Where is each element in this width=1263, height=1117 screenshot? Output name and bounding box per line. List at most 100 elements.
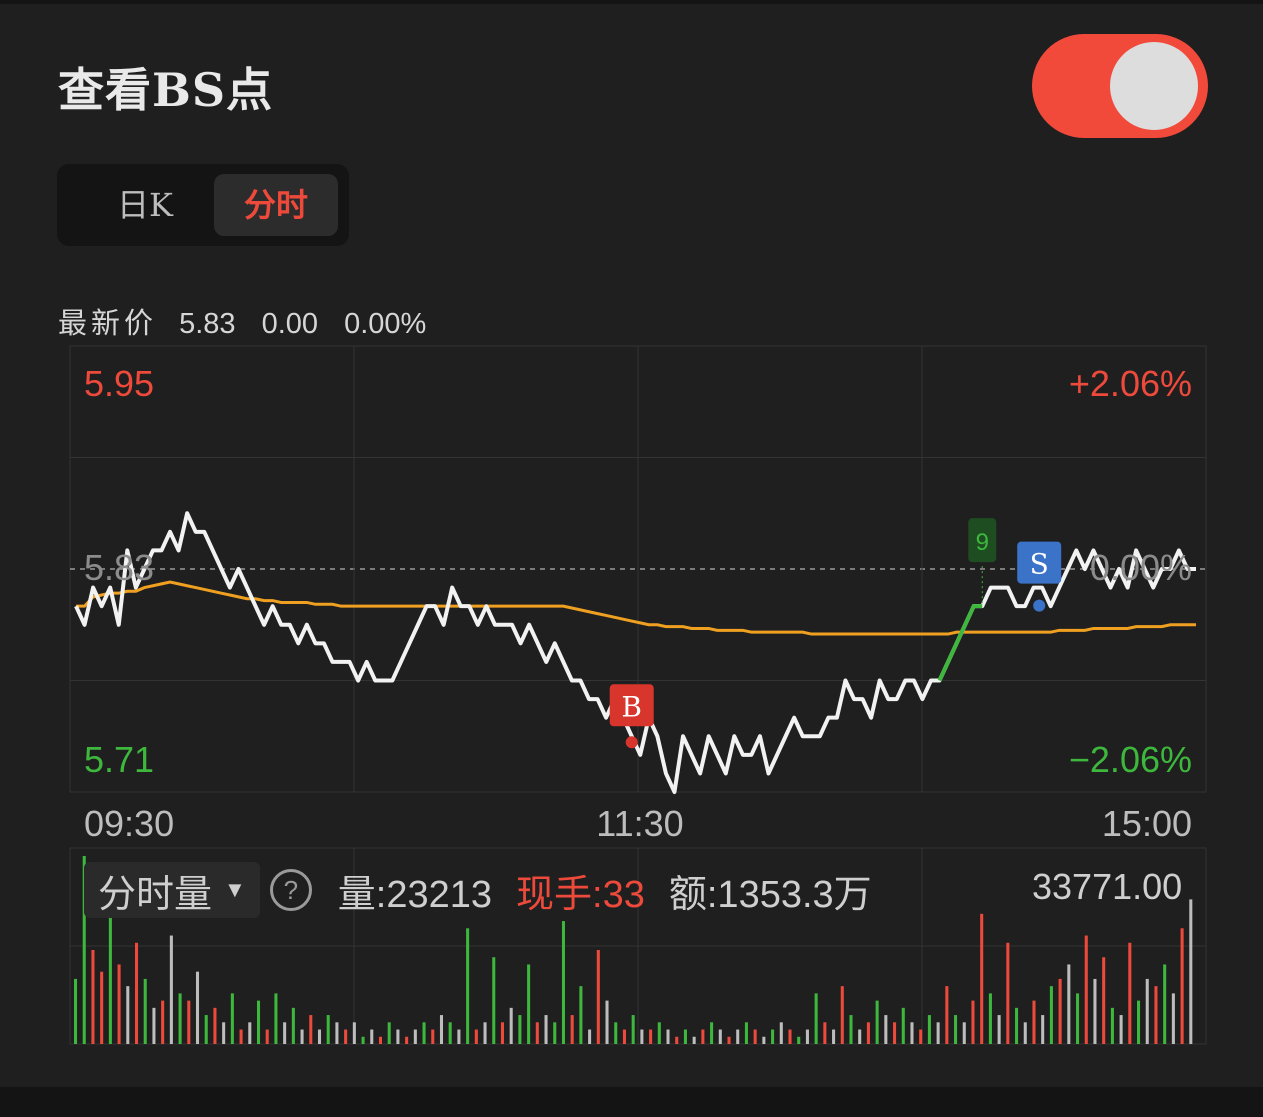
volume-bar [649,1029,653,1044]
volume-bar [1084,935,1088,1044]
x-label-noon: 11:30 [596,803,683,844]
volume-bar [875,1000,879,1044]
volume-bar [431,1029,435,1044]
pct-bottom-label: −2.06% [1069,739,1192,780]
volume-bar [910,1022,914,1044]
volume-indicator-label: 分时量 [98,873,213,916]
volume-bar [492,957,496,1044]
volume-bar [1189,899,1193,1044]
volume-bar [1128,942,1132,1044]
volume-bar [683,1029,687,1044]
volume-bar [631,1015,635,1044]
volume-bar [849,1015,853,1044]
average-price-line [76,580,1196,636]
volume-bar [936,1022,940,1044]
volume-bar [483,1022,487,1044]
volume-bar [727,1036,731,1044]
volume-bar [954,1015,958,1044]
volume-bar [169,935,173,1044]
y-mid-label: 5.83 [84,547,154,588]
volume-bar [605,1000,609,1044]
volume-bar [988,993,992,1044]
volume-bar [335,1022,339,1044]
volume-bar [814,993,818,1044]
buy-marker-label: B [621,690,642,723]
volume-bar [840,986,844,1044]
sell-marker-label: S [1030,548,1049,581]
intraday-chart[interactable]: B S 9 5.95 5.83 5.71 +2.06% 0.00% −2.06% 0… [0,0,1263,1117]
x-label-open: 09:30 [84,803,174,844]
buy-point-dot [625,736,638,749]
volume-bar [1102,957,1106,1044]
volume-bar [405,1036,409,1044]
volume-bar [1041,1015,1045,1044]
volume-bar [1093,978,1097,1044]
volume-bar [535,1022,539,1044]
volume-bar [779,1022,783,1044]
volume-bar [300,1029,304,1044]
volume-bar [457,1029,461,1044]
volume-bar [927,1015,931,1044]
volume-bar [858,1029,862,1044]
volume-bar [387,1022,391,1044]
volume-bar [596,950,600,1044]
volume-bar [143,978,147,1044]
volume-bar [710,1022,714,1044]
volume-bar [744,1022,748,1044]
volume-bar [945,986,949,1044]
volume-bar [884,1015,888,1044]
volume-bar [701,1029,705,1044]
volume-bar [309,1015,313,1044]
volume-bar [161,1000,165,1044]
volume-indicator-select[interactable]: 分时量 ▼ [84,862,260,918]
volume-bar [422,1022,426,1044]
volume-bar [980,913,984,1044]
sell-point-dot [1033,599,1046,612]
volume-bar [1137,1000,1141,1044]
volume-bar [771,1029,775,1044]
volume-bar [518,1015,522,1044]
volume-bar [1171,993,1175,1044]
price-line-up-segment [937,604,983,682]
volume-bar [213,1007,217,1044]
volume-bar [527,964,531,1044]
current-hand-value: 33 [602,873,645,916]
volume-bar [413,1029,417,1044]
volume-bar [919,1029,923,1044]
volume-bar [1058,978,1062,1044]
volume-bar [692,1036,696,1044]
volume-bar [396,1029,400,1044]
pct-top-label: +2.06% [1069,363,1192,404]
volume-bar [823,1022,827,1044]
caret-down-icon: ▼ [224,877,246,902]
volume-bar [893,1022,897,1044]
volume-bar [753,1029,757,1044]
volume-bar [326,1015,330,1044]
volume-bar [239,1029,243,1044]
turnover-amount: 额:1353.3万 [668,873,872,916]
volume-bar [178,993,182,1044]
volume-bar [866,1022,870,1044]
volume-bar [91,950,95,1044]
volume-bar [274,993,278,1044]
volume-bar [971,1000,975,1044]
volume-bar [570,1015,574,1044]
volume-bar [361,1036,365,1044]
volume-bar [195,971,200,1044]
volume-bar [248,1022,252,1044]
volume-bar [509,1007,513,1044]
question-circle-icon[interactable]: ? [269,869,312,911]
volume-bar [997,1015,1001,1044]
volume-bar [1076,993,1080,1044]
volume-bar [805,1029,809,1044]
volume-bar [1067,964,1071,1044]
volume-bar [614,1022,618,1044]
volume-bar [187,1000,191,1044]
volume-bar [675,1036,679,1044]
volume-bar [230,993,234,1044]
volume-bar [474,1029,478,1044]
volume-bar [152,1007,156,1044]
current-hand-label: 现手: [516,873,603,916]
volume-bar [1180,928,1184,1044]
volume-toolbar: 分时量 ▼ ? 量:23213 现手:33 额:1353.3万 [84,862,896,918]
